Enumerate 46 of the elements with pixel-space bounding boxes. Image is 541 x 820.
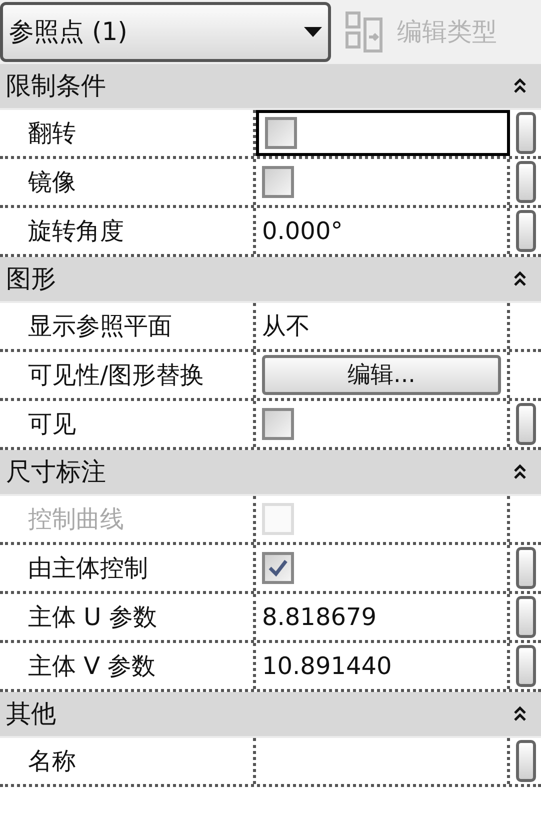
property-label: 控制曲线 <box>28 504 124 535</box>
collapse-icon[interactable] <box>513 706 527 722</box>
parameter-button[interactable] <box>516 112 536 154</box>
property-label: 翻转 <box>28 118 76 149</box>
type-selector-dropdown[interactable]: 参照点 (1) <box>0 2 331 62</box>
section-header[interactable]: 限制条件 <box>0 64 541 110</box>
value-cell[interactable]: 8.818679 <box>256 594 510 640</box>
parameter-button[interactable] <box>516 645 536 687</box>
section-header[interactable]: 图形 <box>0 257 541 303</box>
property-label: 镜像 <box>28 167 76 198</box>
parameter-button[interactable] <box>516 740 536 782</box>
property-value: 8.818679 <box>262 602 377 633</box>
property-label: 旋转角度 <box>28 216 124 247</box>
checkbox[interactable] <box>262 408 294 440</box>
property-value: 0.000° <box>262 216 343 247</box>
property-label: 名称 <box>28 746 76 777</box>
dropdown-arrow-icon <box>304 27 322 37</box>
value-cell[interactable]: 0.000° <box>256 208 510 254</box>
checkmark-icon <box>268 559 288 577</box>
checkbox[interactable] <box>265 117 297 149</box>
parameter-button[interactable] <box>516 403 536 445</box>
checkbox[interactable] <box>262 552 294 584</box>
section-header[interactable]: 尺寸标注 <box>0 450 541 496</box>
edit-button[interactable]: 编辑... <box>262 355 501 395</box>
focused-value-cell[interactable] <box>256 110 510 156</box>
property-label: 显示参照平面 <box>28 311 172 342</box>
parameter-button[interactable] <box>516 596 536 638</box>
checkbox[interactable] <box>262 166 294 198</box>
section-header[interactable]: 其他 <box>0 692 541 738</box>
parameter-button[interactable] <box>516 547 536 589</box>
property-label: 由主体控制 <box>28 553 148 584</box>
edit-type-icon <box>345 11 385 53</box>
parameter-button[interactable] <box>516 161 536 203</box>
parameter-button[interactable] <box>516 210 536 252</box>
property-label: 主体 V 参数 <box>28 651 156 682</box>
value-cell[interactable]: 编辑... <box>256 352 510 398</box>
property-value: 10.891440 <box>262 651 392 682</box>
value-cell[interactable]: 从不 <box>256 303 510 349</box>
property-label: 可见 <box>28 409 76 440</box>
value-cell[interactable]: 10.891440 <box>256 643 510 689</box>
property-label: 主体 U 参数 <box>28 602 157 633</box>
collapse-icon[interactable] <box>513 78 527 94</box>
property-label: 可见性/图形替换 <box>28 360 204 391</box>
property-value: 从不 <box>262 311 310 342</box>
collapse-icon[interactable] <box>513 271 527 287</box>
collapse-icon[interactable] <box>513 464 527 480</box>
